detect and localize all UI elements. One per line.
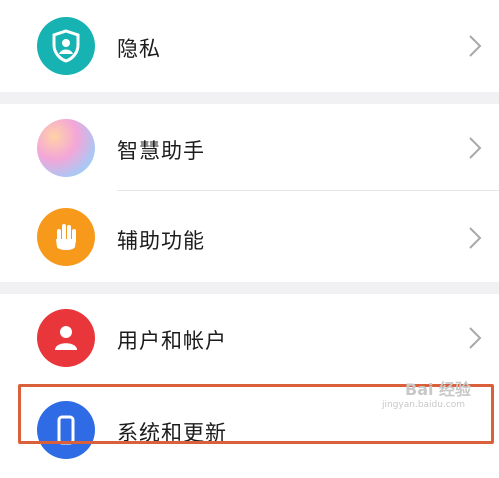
section-gap (0, 92, 499, 104)
hand-icon (37, 208, 95, 266)
chevron-right-icon (469, 137, 482, 159)
section-gap (0, 282, 499, 294)
watermark-logo: Bai 经验 (405, 380, 472, 399)
watermark-url: jingyan.baidu.com (382, 400, 466, 410)
chevron-right-icon (469, 35, 482, 57)
privacy-shield-icon (37, 17, 95, 75)
settings-item-label: 隐私 (117, 37, 161, 61)
settings-item-accessibility[interactable]: 辅助功能 (0, 191, 499, 283)
smart-assistant-icon (37, 119, 95, 177)
user-icon (37, 309, 95, 367)
settings-item-label: 智慧助手 (117, 139, 205, 163)
chevron-right-icon (469, 227, 482, 249)
settings-item-label: 用户和帐户 (117, 329, 227, 353)
settings-item-users-accounts[interactable]: 用户和帐户 (0, 294, 499, 386)
chevron-right-icon (469, 327, 482, 349)
settings-item-privacy[interactable]: 隐私 (0, 0, 499, 92)
settings-item-label: 辅助功能 (117, 229, 205, 253)
settings-item-smart-assistant[interactable]: 智慧助手 (0, 104, 499, 196)
